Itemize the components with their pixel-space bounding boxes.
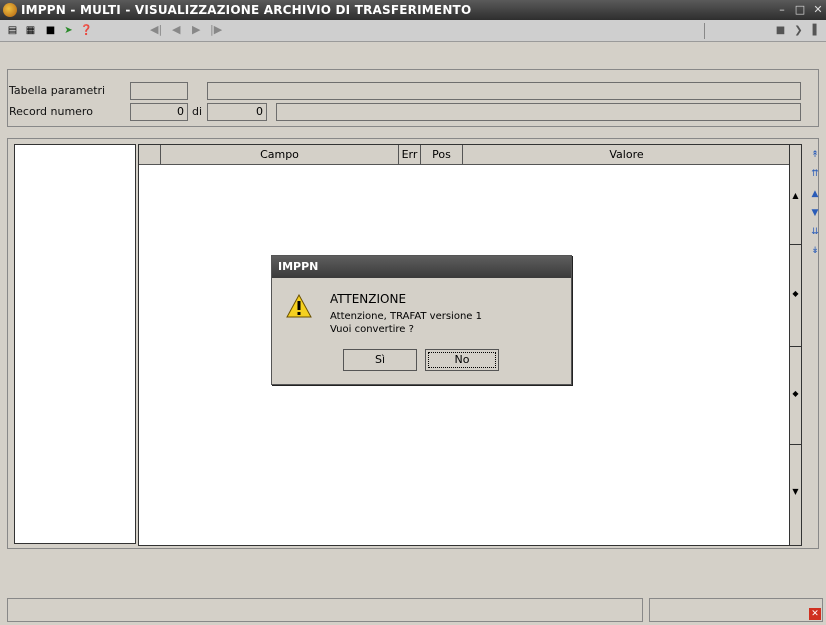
first-field-icon[interactable]: ↟ <box>806 150 824 160</box>
grid-header-err[interactable]: Err <box>399 145 421 165</box>
record-label: Record numero <box>9 105 93 118</box>
close-form-icon[interactable]: ✕ <box>809 608 821 620</box>
grid-header-campo[interactable]: Campo <box>161 145 399 165</box>
page-up-icon[interactable]: ⇈ <box>806 169 824 179</box>
scroller-arrow-icon: ▲ <box>792 191 799 200</box>
print-icon[interactable]: ▦ <box>24 24 37 37</box>
no-button[interactable]: No <box>425 349 499 371</box>
maximize-icon[interactable]: □ <box>792 2 808 17</box>
up-icon[interactable]: ▲ <box>806 189 824 199</box>
help-icon[interactable]: ❓ <box>80 24 93 37</box>
record-number-field[interactable]: 0 <box>130 103 188 121</box>
page-down-icon[interactable]: ⇊ <box>806 227 824 237</box>
dialog-message-1: Attenzione, TRAFAT versione 1 <box>330 311 482 322</box>
warning-icon <box>286 294 312 318</box>
first-record-icon[interactable]: ◀| <box>150 23 162 36</box>
grid-header-selector[interactable] <box>139 145 161 165</box>
down-icon[interactable]: ▼ <box>806 208 824 218</box>
record-desc-field[interactable] <box>276 103 801 121</box>
window-icon[interactable]: ▤ <box>6 24 19 37</box>
last-field-icon[interactable]: ↡ <box>806 246 824 256</box>
status-bar-main <box>7 598 643 622</box>
dialog-heading: ATTENZIONE <box>330 292 407 306</box>
panel-icon[interactable]: ▌ <box>810 24 823 37</box>
layout-icon[interactable]: ■ <box>774 24 787 37</box>
toolbar-separator <box>704 23 705 39</box>
window-title: IMPPN - MULTI - VISUALIZZAZIONE ARCHIVIO… <box>21 3 472 17</box>
tabella-label: Tabella parametri <box>9 84 106 97</box>
grid-header: Campo Err Pos Valore <box>139 145 790 165</box>
tree-pane[interactable] <box>14 144 136 544</box>
grid-header-valore[interactable]: Valore <box>463 145 790 165</box>
exit-icon[interactable]: ❯ <box>792 24 805 37</box>
dialog-title: IMPPN <box>272 256 571 278</box>
previous-record-icon[interactable]: ◀ <box>172 23 180 36</box>
field-scroller[interactable]: ▲ ◆ ◆ ▼ <box>789 144 802 546</box>
export-icon[interactable]: ➤ <box>62 24 75 37</box>
minimize-icon[interactable]: – <box>774 2 790 17</box>
yes-button[interactable]: Sì <box>343 349 417 371</box>
confirm-dialog: IMPPN ATTENZIONE Attenzione, TRAFAT vers… <box>271 255 572 385</box>
grid-header-pos[interactable]: Pos <box>421 145 463 165</box>
record-total-field[interactable]: 0 <box>207 103 267 121</box>
last-record-icon[interactable]: |▶ <box>210 23 222 36</box>
di-label: di <box>192 105 203 118</box>
status-bar-right <box>649 598 823 622</box>
close-icon[interactable]: ✕ <box>810 2 826 17</box>
tabella-desc-field[interactable] <box>207 82 801 100</box>
window-controls: – □ ✕ <box>774 2 826 17</box>
scroller-arrow-icon: ◆ <box>792 289 799 298</box>
next-record-icon[interactable]: ▶ <box>192 23 200 36</box>
scroller-arrow-icon: ◆ <box>792 389 799 398</box>
stamp-icon[interactable]: ■ <box>44 24 57 37</box>
app-logo-icon <box>3 3 17 17</box>
dialog-message-2: Vuoi convertire ? <box>330 324 414 335</box>
title-bar: IMPPN - MULTI - VISUALIZZAZIONE ARCHIVIO… <box>0 0 826 20</box>
toolbar: ▤ ▦ ■ ➤ ❓ ◀| ◀ ▶ |▶ ■ ❯ ▌ <box>0 20 826 42</box>
tabella-code-field[interactable] <box>130 82 188 100</box>
scroller-arrow-icon: ▼ <box>792 487 799 496</box>
